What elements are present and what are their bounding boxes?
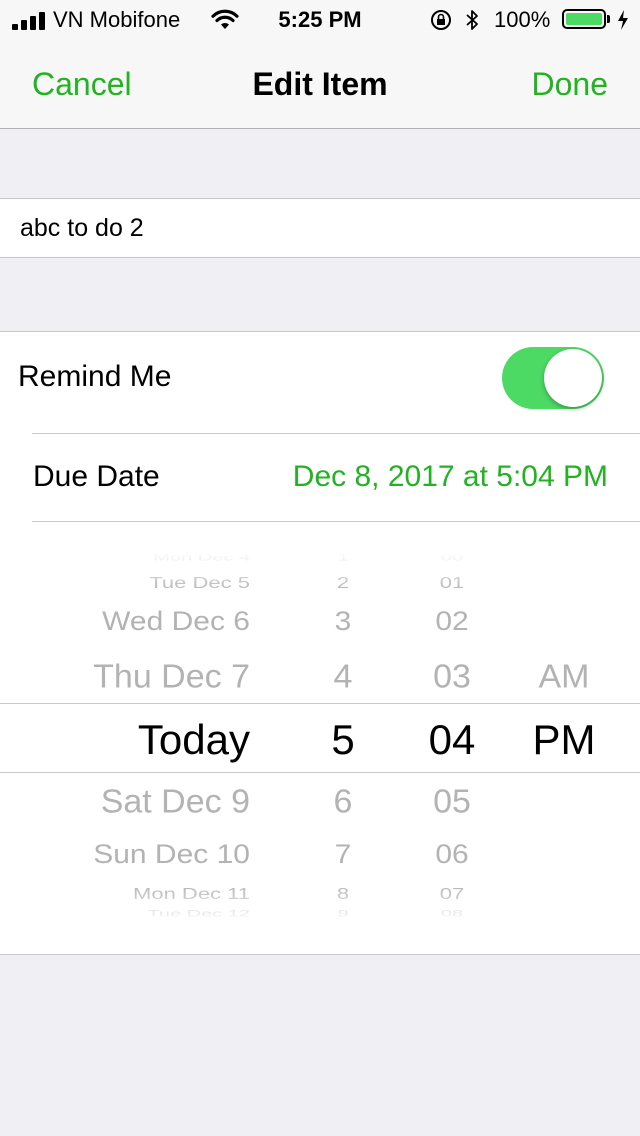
due-date-value: Dec 8, 2017 at 5:04 PM (292, 460, 608, 493)
picker-hours-item[interactable]: 3 (335, 608, 352, 635)
picker-hours-item[interactable]: 4 (334, 661, 353, 694)
battery-percent: 100% (494, 7, 551, 32)
bluetooth-icon (466, 10, 478, 30)
remind-me-toggle[interactable] (502, 347, 604, 409)
signal-strength-icon (12, 12, 48, 30)
picker-minutes-item[interactable]: 06 (435, 841, 468, 868)
picker-ampm-item[interactable]: PM (533, 719, 596, 761)
picker-days-item[interactable]: Sat Dec 9 (101, 786, 250, 819)
picker-days-item[interactable]: Tue Dec 5 (149, 575, 250, 590)
picker-minutes-item[interactable]: 00 (441, 554, 463, 563)
item-text-input[interactable] (20, 199, 620, 257)
due-date-row[interactable]: Due Date Dec 8, 2017 at 5:04 PM (0, 434, 640, 521)
carrier-name: VN Mobifone (53, 7, 181, 32)
battery-fill (566, 13, 602, 25)
picker-days-item[interactable]: Tue Dec 12 (147, 910, 250, 919)
battery-icon (562, 9, 606, 29)
picker-minutes-item[interactable]: 01 (440, 575, 464, 590)
picker-days-item[interactable]: Wed Dec 6 (102, 608, 250, 635)
picker-days-item[interactable]: Mon Dec 11 (133, 886, 250, 901)
remind-me-row: Remind Me (0, 332, 640, 433)
picker-minutes-item[interactable]: 07 (440, 886, 464, 901)
navigation-bar: Cancel Edit Item Done (0, 40, 640, 129)
charging-bolt-icon (618, 10, 628, 30)
picker-days-item[interactable]: Mon Dec 4 (153, 554, 250, 563)
picker-fade-top (0, 552, 640, 592)
done-button[interactable]: Done (532, 66, 609, 103)
wifi-icon (211, 9, 239, 29)
picker-hours-item[interactable]: 9 (337, 910, 348, 919)
picker-minutes-item[interactable]: 03 (433, 661, 471, 694)
reminder-settings-section: Remind Me Due Date Dec 8, 2017 at 5:04 P… (0, 331, 640, 955)
item-text-section (0, 198, 640, 258)
remind-me-label: Remind Me (18, 360, 172, 393)
picker-fade-bottom (0, 884, 640, 924)
cancel-button[interactable]: Cancel (32, 66, 132, 103)
picker-hours-item[interactable]: 7 (335, 841, 352, 868)
picker-minutes-item[interactable]: 04 (429, 719, 476, 761)
row-divider (32, 521, 640, 522)
picker-minutes-item[interactable]: 08 (441, 910, 463, 919)
picker-hours-item[interactable]: 5 (331, 719, 354, 761)
rotation-lock-icon (431, 10, 451, 30)
status-bar: VN Mobifone 5:25 PM 100% (0, 0, 640, 40)
picker-days-item[interactable]: Today (138, 719, 250, 761)
picker-days-item[interactable]: Sun Dec 10 (93, 841, 250, 868)
picker-minutes-item[interactable]: 02 (435, 608, 468, 635)
toggle-knob (544, 349, 602, 407)
picker-minutes-item[interactable]: 05 (433, 786, 471, 819)
picker-hours-item[interactable]: 1 (337, 554, 348, 563)
battery-tip (607, 15, 610, 23)
picker-hours-item[interactable]: 2 (337, 575, 349, 590)
picker-days-item[interactable]: Thu Dec 7 (93, 661, 250, 694)
picker-hours-item[interactable]: 8 (337, 886, 349, 901)
picker-hours-item[interactable]: 6 (334, 786, 353, 819)
due-date-label: Due Date (33, 460, 160, 493)
picker-ampm-item[interactable]: AM (539, 661, 590, 694)
date-time-picker[interactable]: Mon Dec 4 Tue Dec 5 Wed Dec 6 Thu Dec 7 Toda… (0, 552, 640, 924)
